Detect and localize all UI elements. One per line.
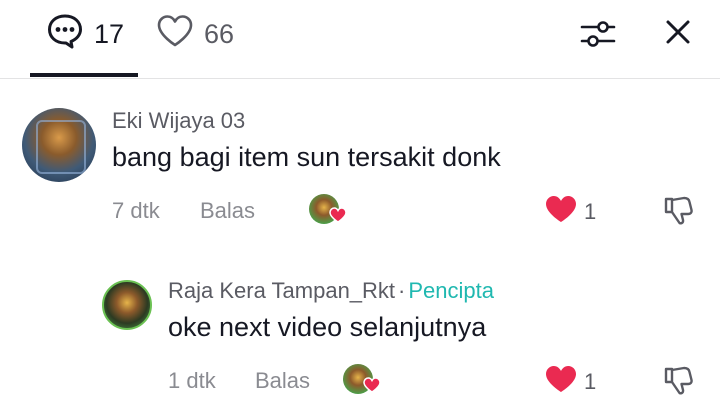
mini-heart-icon: [363, 377, 381, 398]
active-tab-indicator: [30, 73, 138, 77]
mini-heart-icon: [329, 207, 347, 228]
reply-button[interactable]: Balas: [200, 198, 255, 224]
comment-time: 7 dtk: [112, 198, 160, 223]
reply-username[interactable]: Raja Kera Tampan_Rkt: [168, 278, 395, 303]
filter-icon[interactable]: [578, 14, 618, 59]
tab-comments[interactable]: 17: [46, 12, 124, 56]
heart-outline-icon: [156, 13, 194, 56]
comment-username[interactable]: Eki Wijaya 03: [112, 108, 245, 134]
heart-filled-icon: [544, 364, 578, 400]
avatar[interactable]: [22, 108, 96, 182]
comment-text: bang bagi item sun tersakit donk: [112, 142, 501, 172]
comment-time: 1 dtk: [168, 368, 216, 393]
reply-button[interactable]: Balas: [255, 368, 310, 394]
creator-liked-avatar: [343, 364, 381, 394]
reply-username-line: Raja Kera Tampan_Rkt · Pencipta: [168, 278, 494, 304]
comment-icon: [46, 12, 84, 57]
comment-like-button[interactable]: 1: [544, 364, 596, 400]
heart-filled-icon: [544, 194, 578, 230]
comment-like-count: 1: [584, 369, 597, 394]
likes-count: 66: [204, 18, 235, 49]
tab-likes[interactable]: 66: [156, 12, 234, 56]
close-icon[interactable]: [660, 14, 696, 55]
creator-liked-avatar: [309, 194, 347, 224]
creator-badge: Pencipta: [408, 278, 494, 303]
avatar[interactable]: [102, 280, 152, 330]
dislike-icon[interactable]: [662, 193, 696, 232]
comment-like-button[interactable]: 1: [544, 194, 596, 230]
comments-header: 17 66: [0, 0, 720, 79]
comment-text: oke next video selanjutnya: [168, 312, 487, 342]
separator-dot: ·: [398, 278, 406, 303]
comments-count: 17: [94, 18, 125, 49]
dislike-icon[interactable]: [662, 363, 696, 402]
comment-like-count: 1: [584, 199, 597, 224]
